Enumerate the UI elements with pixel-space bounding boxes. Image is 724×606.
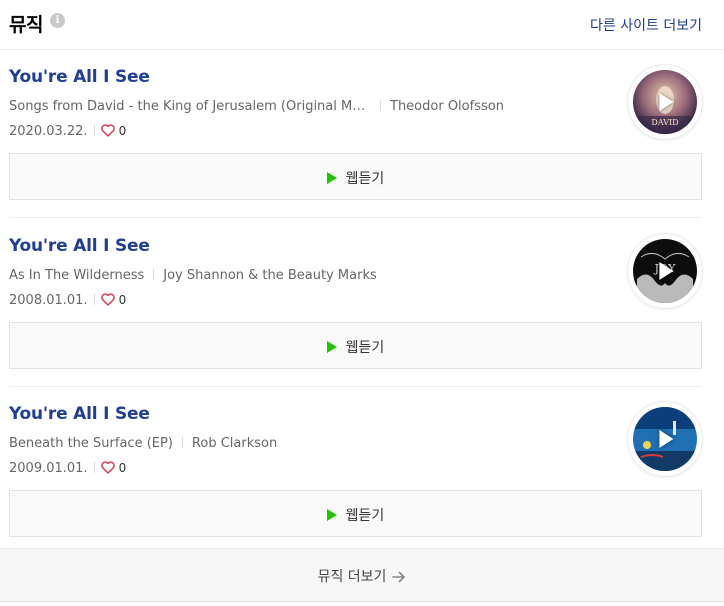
album-cover-joy-icon[interactable]: JOY <box>628 234 702 308</box>
divider <box>93 294 95 305</box>
artist-link[interactable]: Theodor Olofsson <box>390 99 504 114</box>
album-link[interactable]: Beneath the Surface (EP) <box>9 436 173 451</box>
more-music-label: 뮤직 더보기 <box>317 569 387 585</box>
arrow-right-icon <box>392 571 406 587</box>
web-listen-label: 웹듣기 <box>345 171 385 187</box>
web-listen-button[interactable]: 웹듣기 <box>9 322 702 369</box>
song-date-likes: 2020.03.22. 0 <box>9 124 126 141</box>
divider <box>93 462 95 473</box>
song-meta: Beneath the Surface (EP) Rob Clarkson <box>9 436 277 451</box>
web-listen-label: 웹듣기 <box>345 340 385 356</box>
artist-link[interactable]: Rob Clarkson <box>192 436 277 451</box>
song-card: You're All I See Songs from David - the … <box>0 50 724 219</box>
artist-link[interactable]: Joy Shannon & the Beauty Marks <box>163 268 376 283</box>
like-count: 0 <box>118 124 127 138</box>
song-meta: Songs from David - the King of Jerusalem… <box>9 99 504 114</box>
divider <box>153 269 155 280</box>
album-link[interactable]: Songs from David - the King of Jerusalem… <box>9 99 371 114</box>
more-music-button[interactable]: 뮤직 더보기 <box>0 548 724 602</box>
play-overlay-icon <box>659 262 674 280</box>
play-overlay-icon <box>659 430 674 448</box>
album-link[interactable]: As In The Wilderness <box>9 268 144 283</box>
card-divider <box>9 217 702 218</box>
song-date-likes: 2008.01.01. 0 <box>9 293 126 310</box>
music-section-header: 뮤직 i 다른 사이트 더보기 <box>0 0 724 50</box>
play-icon <box>326 172 337 184</box>
web-listen-label: 웹듣기 <box>345 508 385 524</box>
divider <box>181 437 183 448</box>
song-card: You're All I See As In The Wilderness Joy… <box>0 219 724 388</box>
song-meta: As In The Wilderness Joy Shannon & the Be… <box>9 268 377 283</box>
release-date: 2009.01.01. <box>9 461 88 476</box>
release-date: 2008.01.01. <box>9 293 88 308</box>
song-title-link[interactable]: You're All I See <box>9 404 150 424</box>
like-count: 0 <box>118 293 127 307</box>
play-overlay-icon <box>659 93 674 111</box>
svg-text:DAVID: DAVID <box>651 118 678 127</box>
section-title: 뮤직 <box>9 14 43 36</box>
song-title-link[interactable]: You're All I See <box>9 67 150 87</box>
song-card: You're All I See Beneath the Surface (EP… <box>0 387 724 556</box>
album-cover-beneath-icon[interactable] <box>628 402 702 476</box>
like-count: 0 <box>118 461 127 475</box>
song-title-link[interactable]: You're All I See <box>9 236 150 256</box>
more-sites-link[interactable]: 다른 사이트 더보기 <box>590 15 702 35</box>
divider <box>93 125 95 136</box>
song-date-likes: 2009.01.01. 0 <box>9 461 126 478</box>
album-cover-david-icon[interactable]: DAVID <box>628 65 702 139</box>
info-icon[interactable]: i <box>50 13 65 28</box>
heart-icon[interactable] <box>100 461 115 478</box>
heart-icon[interactable] <box>100 124 115 141</box>
release-date: 2020.03.22. <box>9 124 88 139</box>
web-listen-button[interactable]: 웹듣기 <box>9 490 702 537</box>
divider <box>380 100 381 111</box>
play-icon <box>326 509 337 521</box>
heart-icon[interactable] <box>100 293 115 310</box>
play-icon <box>326 341 337 353</box>
web-listen-button[interactable]: 웹듣기 <box>9 153 702 200</box>
